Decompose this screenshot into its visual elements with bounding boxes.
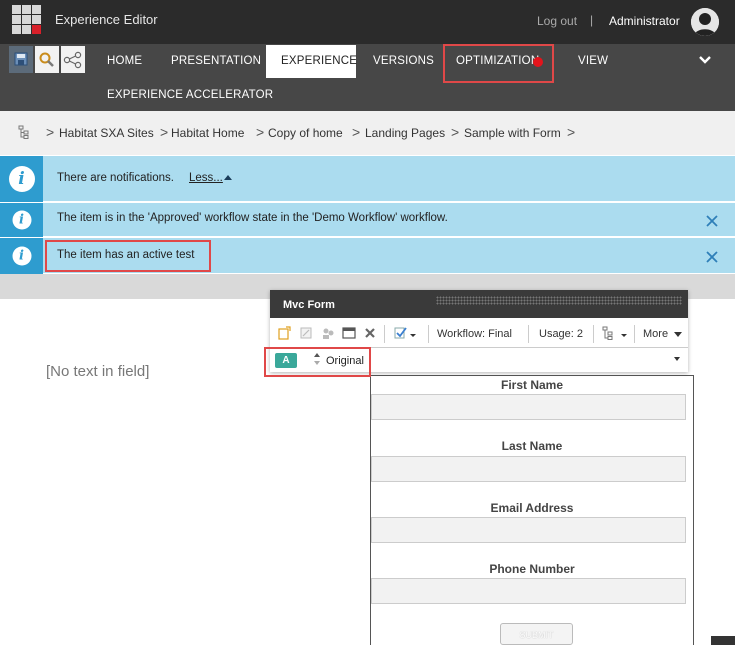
active-test-highlight-box [45, 240, 211, 272]
email-address-label: Email Address [490, 501, 574, 515]
optimization-highlight-box [443, 44, 554, 83]
caret-up-icon[interactable] [224, 175, 232, 180]
info-icon: i [12, 246, 31, 266]
caret-down-icon[interactable] [674, 332, 682, 338]
toolbar-divider [634, 325, 635, 343]
email-address-field[interactable] [371, 517, 686, 543]
variant-dropdown-icon[interactable] [674, 357, 680, 361]
first-name-field[interactable] [371, 394, 686, 420]
phone-number-label: Phone Number [489, 562, 575, 576]
breadcrumb-separator: > [46, 124, 55, 140]
toolbar-divider [384, 325, 385, 343]
header-separator: | [590, 13, 594, 27]
submit-button[interactable]: SUBMIT [500, 623, 573, 645]
toolbar-divider [593, 325, 594, 343]
info-icon-cell: i [0, 238, 43, 274]
user-name[interactable]: Administrator [609, 14, 680, 28]
search-button[interactable] [35, 46, 59, 73]
workflow-check-icon[interactable] [394, 326, 418, 340]
share-button[interactable] [61, 46, 85, 73]
drag-handle[interactable] [436, 296, 682, 305]
notification-summary-text: There are notifications. [57, 172, 174, 184]
app-title: Experience Editor [55, 12, 158, 27]
close-icon[interactable] [705, 250, 719, 264]
sitemap-icon[interactable] [18, 125, 30, 139]
edit-item-icon[interactable] [299, 326, 313, 340]
empty-field-placeholder[interactable]: [No text in field] [46, 363, 149, 380]
experience-editor: Experience Editor Log out | Administrato… [0, 0, 735, 645]
chrome-title: Mvc Form [283, 299, 335, 311]
breadcrumb-separator: > [451, 124, 460, 140]
toolbar-divider [528, 325, 529, 343]
breadcrumb-separator: > [256, 124, 265, 140]
phone-number-field[interactable] [371, 578, 686, 604]
logout-link[interactable]: Log out [537, 14, 577, 28]
last-name-field[interactable] [371, 456, 686, 482]
notification-summary: i There are notifications. [0, 156, 735, 202]
last-name-label: Last Name [501, 439, 563, 453]
window-icon[interactable] [342, 326, 356, 340]
corner-block [711, 636, 735, 645]
toolbar-divider [428, 325, 429, 343]
breadcrumb-separator: > [352, 124, 361, 140]
breadcrumb-separator: > [567, 124, 576, 140]
save-button[interactable] [9, 46, 33, 73]
share-icon [63, 51, 82, 69]
tab-versions[interactable]: VERSIONS [373, 55, 434, 67]
variant-highlight-box [264, 347, 371, 377]
info-icon-cell: i [0, 156, 43, 202]
notification-workflow: i The item is in the 'Approved' workflow… [0, 203, 735, 237]
quick-actions [9, 46, 89, 73]
breadcrumb-separator: > [160, 124, 169, 140]
save-icon [14, 52, 28, 66]
tab-experience-accelerator[interactable]: EXPERIENCE ACCELERATOR [107, 89, 273, 101]
search-icon [39, 52, 54, 67]
avatar[interactable] [691, 8, 719, 36]
breadcrumb-item[interactable]: Habitat Home [171, 126, 244, 140]
info-icon-cell: i [0, 203, 43, 237]
more-menu-button[interactable]: More [643, 328, 668, 340]
info-icon: i [12, 210, 31, 230]
breadcrumb-item[interactable]: Habitat SXA Sites [59, 126, 154, 140]
breadcrumb-item[interactable]: Copy of home [268, 126, 343, 140]
ribbon-collapse-button[interactable] [698, 52, 712, 64]
usage-count[interactable]: Usage: 2 [539, 328, 583, 340]
notifications-less-link[interactable]: Less... [189, 172, 223, 184]
tab-home[interactable]: HOME [107, 55, 142, 67]
tab-view[interactable]: VIEW [578, 55, 608, 67]
sitecore-logo-icon[interactable] [12, 5, 42, 35]
breadcrumb-item[interactable]: Sample with Form [464, 126, 561, 140]
notification-workflow-text: The item is in the 'Approved' workflow s… [57, 212, 448, 224]
tab-presentation[interactable]: PRESENTATION [171, 55, 261, 67]
info-icon: i [8, 166, 35, 192]
chevron-down-icon [699, 56, 711, 64]
tab-experience[interactable]: EXPERIENCE [281, 55, 357, 67]
first-name-label: First Name [500, 378, 564, 392]
delete-icon[interactable] [363, 326, 377, 340]
sitemap-dropdown-icon[interactable] [602, 326, 628, 340]
workflow-status: Workflow: Final [437, 328, 512, 340]
close-icon[interactable] [705, 214, 719, 228]
new-item-icon[interactable] [277, 326, 291, 340]
user-avatar-icon [691, 8, 719, 36]
breadcrumb-item[interactable]: Landing Pages [365, 126, 445, 140]
users-icon[interactable] [321, 326, 335, 340]
